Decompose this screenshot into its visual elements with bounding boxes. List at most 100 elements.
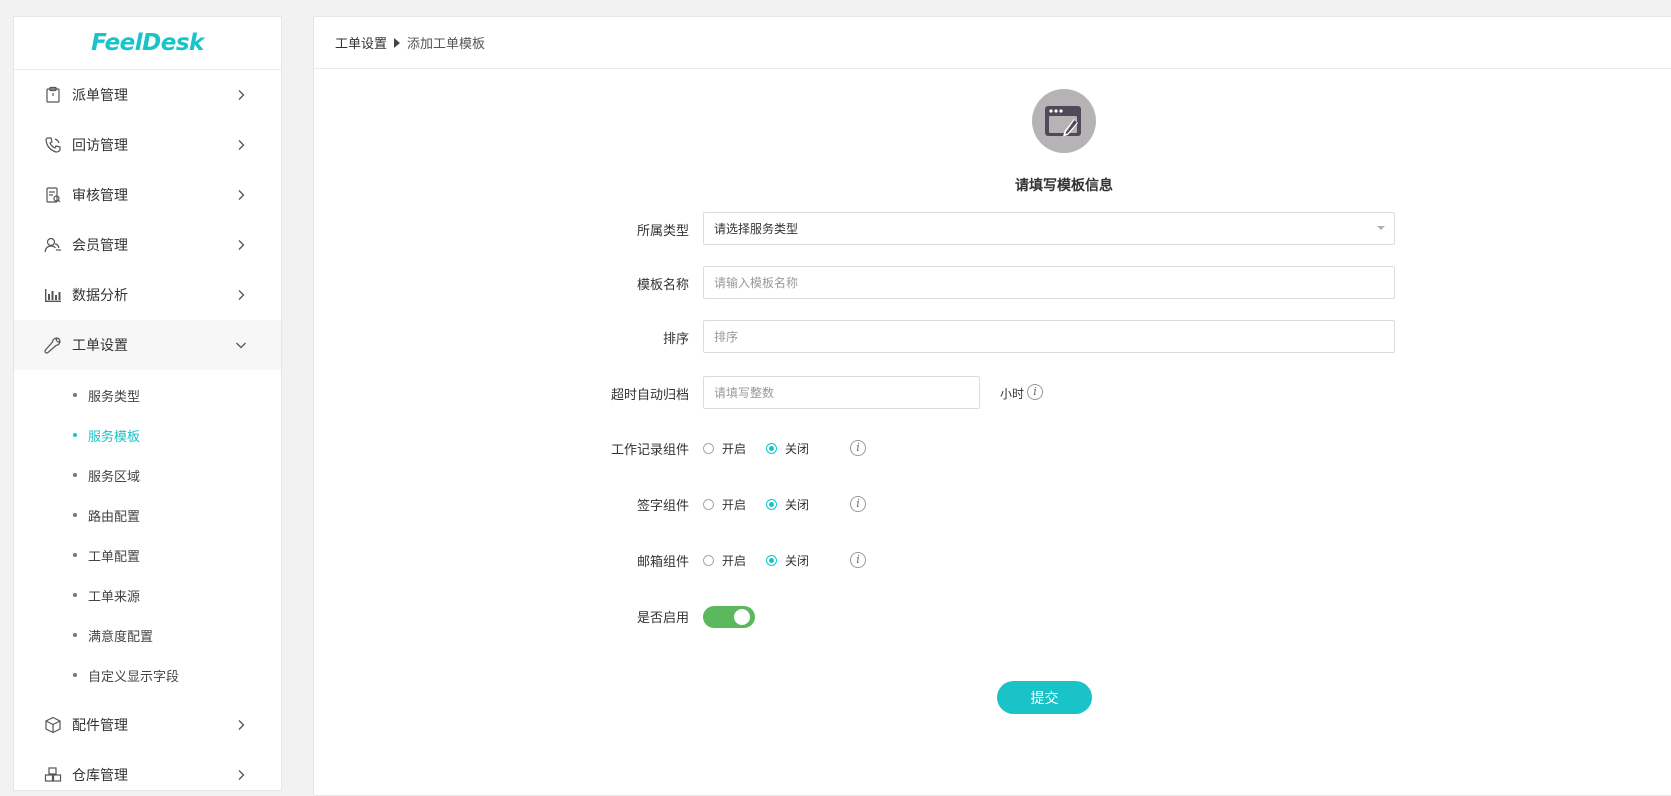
members-icon xyxy=(44,236,62,254)
breadcrumb-current: 添加工单模板 xyxy=(407,37,486,52)
mailbox-off-radio[interactable]: 关闭 xyxy=(766,552,809,569)
submenu-item-label: 服务区域 xyxy=(88,469,141,485)
signature-on-radio[interactable]: 开启 xyxy=(703,496,746,513)
bullet xyxy=(73,473,77,477)
work-record-radio-group: 开启 关闭 xyxy=(703,440,829,457)
chevron-down-icon xyxy=(236,342,246,349)
template-name-input[interactable]: 请输入模板名称 xyxy=(703,266,1395,299)
radio-label: 开启 xyxy=(722,554,747,568)
sidebar-item-warehouse[interactable]: 仓库管理 xyxy=(14,750,281,790)
bullet xyxy=(73,553,77,557)
submenu-item-routing[interactable]: 路由配置 xyxy=(14,495,281,535)
mailbox-radio-group: 开启 关闭 xyxy=(703,552,829,569)
bullet xyxy=(73,633,77,637)
radio-circle xyxy=(766,499,778,510)
sidebar-item-label: 会员管理 xyxy=(72,238,128,254)
sidebar-item-analytics[interactable]: 数据分析 xyxy=(14,270,281,320)
chevron-right-icon xyxy=(238,720,245,730)
sidebar: FeelDesk 派单管理 回访管理 审核管理 会员管理 数据分析 工单设置 服… xyxy=(13,16,282,791)
sidebar-item-label: 仓库管理 xyxy=(72,768,128,784)
radio-circle xyxy=(703,555,714,566)
timeout-hours-input[interactable]: 请填写整数 xyxy=(703,376,980,409)
box-icon xyxy=(44,716,62,734)
work-record-off-radio[interactable]: 关闭 xyxy=(766,440,809,457)
sidebar-item-label: 审核管理 xyxy=(72,188,128,204)
form-title: 请填写模板信息 xyxy=(1015,178,1113,194)
chevron-right-icon xyxy=(238,90,245,100)
sidebar-item-label: 回访管理 xyxy=(72,138,128,154)
info-icon[interactable]: i xyxy=(850,496,866,512)
warehouse-icon xyxy=(44,766,62,784)
submenu-item-label: 满意度配置 xyxy=(88,629,154,645)
signature-label: 签字组件 xyxy=(636,499,689,514)
radio-label: 开启 xyxy=(722,442,747,456)
sort-label: 排序 xyxy=(662,332,689,347)
radio-circle xyxy=(703,499,714,510)
toggle-knob xyxy=(734,609,750,625)
logo[interactable]: FeelDesk xyxy=(14,17,281,70)
work-record-on-radio[interactable]: 开启 xyxy=(703,440,746,457)
enabled-toggle[interactable] xyxy=(703,606,755,628)
enabled-label: 是否启用 xyxy=(636,611,689,626)
sidebar-item-label: 配件管理 xyxy=(72,718,128,734)
radio-circle xyxy=(766,555,778,566)
submenu-item-service-type[interactable]: 服务类型 xyxy=(14,375,281,415)
mailbox-label: 邮箱组件 xyxy=(636,555,689,570)
info-icon[interactable]: i xyxy=(850,552,866,568)
chevron-right-icon xyxy=(238,190,245,200)
breadcrumb-arrow-icon xyxy=(394,37,401,48)
work-record-label: 工作记录组件 xyxy=(610,443,689,458)
breadcrumb: 工单设置 添加工单模板 xyxy=(314,17,1671,69)
submenu-item-ticket-config[interactable]: 工单配置 xyxy=(14,535,281,575)
sidebar-item-label: 派单管理 xyxy=(72,88,128,104)
radio-label: 关闭 xyxy=(785,554,810,568)
wrench-icon xyxy=(44,336,62,354)
radio-label: 关闭 xyxy=(785,442,810,456)
bullet xyxy=(73,593,77,597)
submenu-item-label: 自定义显示字段 xyxy=(88,669,180,685)
sidebar-item-callback[interactable]: 回访管理 xyxy=(14,120,281,170)
main-panel: 工单设置 添加工单模板 请填写模板信息 所属类型 请选择服务类型 模板名称 请输… xyxy=(313,16,1671,796)
submit-button[interactable]: 提交 xyxy=(997,681,1092,714)
phone-icon xyxy=(44,136,62,154)
submenu-item-ticket-source[interactable]: 工单来源 xyxy=(14,575,281,615)
mailbox-on-radio[interactable]: 开启 xyxy=(703,552,746,569)
submenu-item-label: 服务模板 xyxy=(88,429,141,445)
caret-down-icon xyxy=(1377,226,1385,230)
bullet xyxy=(73,433,77,437)
chevron-right-icon xyxy=(238,290,245,300)
radio-label: 关闭 xyxy=(785,498,810,512)
submenu-item-service-template[interactable]: 服务模板 xyxy=(14,415,281,455)
sidebar-item-label: 工单设置 xyxy=(72,338,128,354)
sidebar-item-parts[interactable]: 配件管理 xyxy=(14,700,281,750)
info-icon[interactable]: i xyxy=(850,440,866,456)
bullet xyxy=(73,513,77,517)
type-label: 所属类型 xyxy=(636,224,689,239)
submenu-item-satisfaction[interactable]: 满意度配置 xyxy=(14,615,281,655)
submenu-item-label: 工单配置 xyxy=(88,549,141,565)
name-label: 模板名称 xyxy=(636,278,689,293)
signature-radio-group: 开启 关闭 xyxy=(703,496,829,513)
timeout-placeholder: 请填写整数 xyxy=(714,386,775,400)
logo-text: FeelDesk xyxy=(91,30,204,56)
submenu-item-service-area[interactable]: 服务区域 xyxy=(14,455,281,495)
radio-circle xyxy=(703,443,714,454)
sort-input[interactable]: 排序 xyxy=(703,320,1395,353)
sidebar-item-audit[interactable]: 审核管理 xyxy=(14,170,281,220)
sidebar-item-ticket-settings[interactable]: 工单设置 xyxy=(14,320,281,370)
sidebar-item-label: 数据分析 xyxy=(72,288,128,304)
breadcrumb-parent[interactable]: 工单设置 xyxy=(335,33,387,52)
signature-off-radio[interactable]: 关闭 xyxy=(766,496,809,513)
radio-label: 开启 xyxy=(722,498,747,512)
info-icon[interactable]: i xyxy=(1027,384,1043,400)
audit-document-icon xyxy=(44,186,62,204)
service-type-select[interactable]: 请选择服务类型 xyxy=(703,212,1395,245)
sidebar-item-dispatch[interactable]: 派单管理 xyxy=(14,70,281,120)
chevron-right-icon xyxy=(238,140,245,150)
service-type-value: 请选择服务类型 xyxy=(714,222,799,236)
submenu-item-custom-fields[interactable]: 自定义显示字段 xyxy=(14,655,281,695)
sidebar-item-members[interactable]: 会员管理 xyxy=(14,220,281,270)
bullet xyxy=(73,673,77,677)
chevron-right-icon xyxy=(238,770,245,780)
submenu-item-label: 工单来源 xyxy=(88,589,141,605)
